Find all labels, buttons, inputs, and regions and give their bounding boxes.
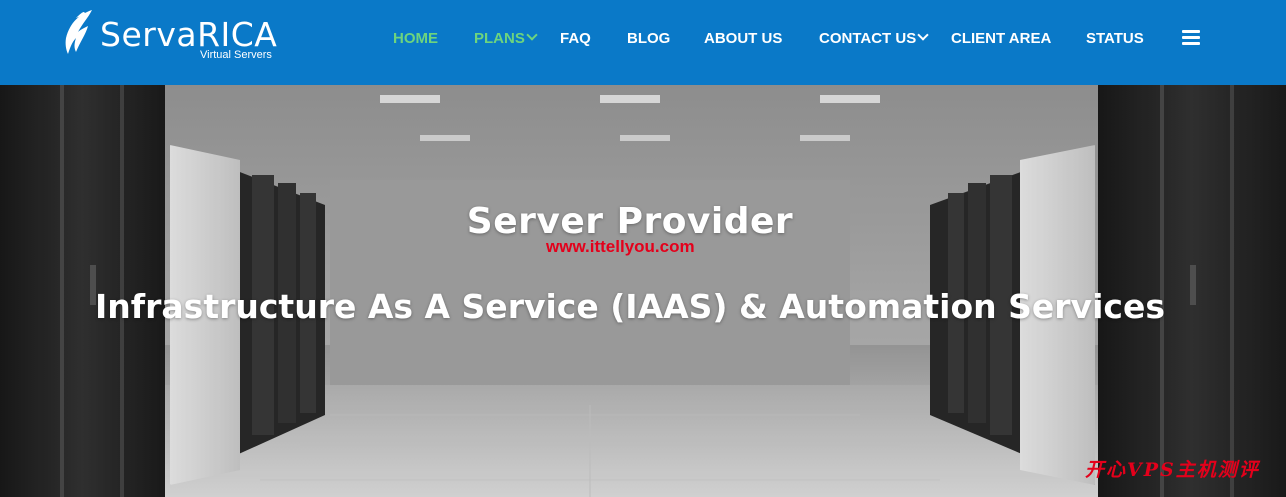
- nav-item-label: HOME: [393, 30, 438, 47]
- chevron-down-icon: [917, 29, 929, 41]
- nav-item-label: FAQ: [560, 30, 591, 47]
- main-nav: HOME PLANS FAQ BLOG ABOUT US CONTACT US …: [0, 0, 1286, 80]
- nav-item-status[interactable]: STATUS: [1086, 30, 1144, 48]
- nav-item-blog[interactable]: BLOG: [627, 30, 670, 48]
- nav-item-home[interactable]: HOME: [393, 30, 438, 48]
- hero-title: Server Provider: [466, 201, 794, 242]
- nav-item-label: STATUS: [1086, 30, 1144, 47]
- hero-banner: Server Provider www.ittellyou.com Infras…: [0, 85, 1286, 497]
- nav-item-contact-us[interactable]: CONTACT US: [819, 29, 929, 48]
- nav-item-client-area[interactable]: CLIENT AREA: [951, 30, 1051, 48]
- hero-subtitle: Infrastructure As A Service (IAAS) & Aut…: [95, 287, 1165, 326]
- nav-item-label: CLIENT AREA: [951, 30, 1052, 47]
- nav-item-label: BLOG: [627, 30, 671, 47]
- chevron-down-icon: [526, 29, 538, 41]
- site-header: ServaRICA Virtual Servers HOME PLANS FAQ…: [0, 0, 1286, 85]
- nav-item-label: ABOUT US: [704, 30, 783, 47]
- nav-item-label: PLANS: [474, 30, 525, 47]
- watermark-chinese: 开心VPS主机测评: [1085, 459, 1260, 481]
- nav-item-faq[interactable]: FAQ: [560, 30, 591, 48]
- hamburger-icon[interactable]: [1182, 30, 1200, 46]
- watermark-url: www.ittellyou.com: [546, 237, 695, 256]
- nav-item-plans[interactable]: PLANS: [474, 29, 538, 48]
- nav-item-about-us[interactable]: ABOUT US: [704, 30, 782, 48]
- nav-item-label: CONTACT US: [819, 30, 917, 47]
